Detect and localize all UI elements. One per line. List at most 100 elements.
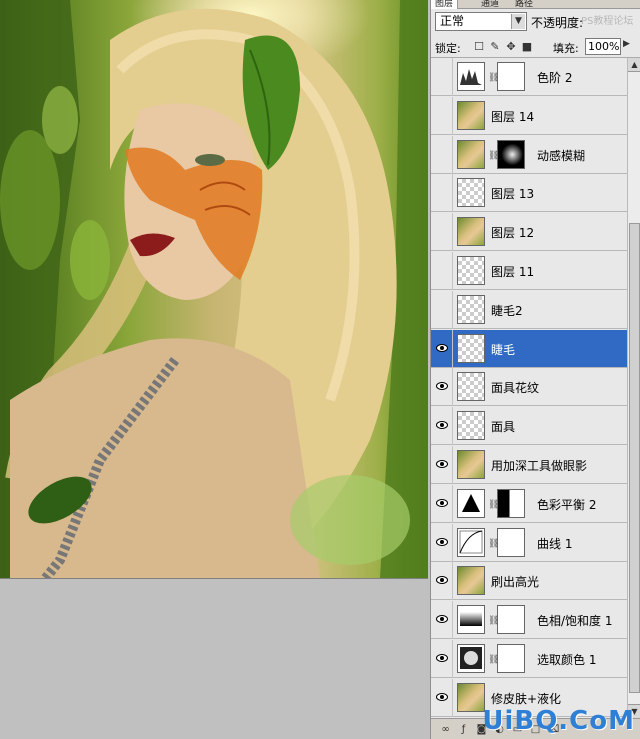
layer-mask-thumbnail[interactable] xyxy=(497,528,525,557)
visibility-toggle[interactable] xyxy=(431,679,453,717)
tab-paths[interactable]: 路径 xyxy=(511,0,537,9)
document-photo[interactable] xyxy=(0,0,428,579)
layer-thumbnail[interactable] xyxy=(457,644,485,673)
layer-thumbnail[interactable] xyxy=(457,489,485,518)
visibility-toggle[interactable] xyxy=(431,252,453,290)
layer-thumbnail[interactable] xyxy=(457,450,485,479)
layer-thumbnail[interactable] xyxy=(457,62,485,91)
visibility-toggle[interactable] xyxy=(431,97,453,135)
layer-thumbnail[interactable] xyxy=(457,372,485,401)
layer-mask-thumbnail[interactable] xyxy=(497,644,525,673)
layer-row[interactable]: 图层 11 xyxy=(431,252,627,290)
visibility-toggle[interactable] xyxy=(431,446,453,484)
layer-thumbnail[interactable] xyxy=(457,566,485,595)
layer-row[interactable]: 面具花纹 xyxy=(431,368,627,406)
lock-position-move-icon[interactable]: ✥ xyxy=(505,41,517,53)
photo-illustration xyxy=(0,0,428,578)
visibility-toggle[interactable] xyxy=(431,174,453,212)
layer-style-fx-icon[interactable]: ƒ xyxy=(457,723,470,736)
layer-name[interactable]: 刷出高光 xyxy=(491,573,539,590)
layer-row[interactable]: 图层 13 xyxy=(431,174,627,212)
mask-link-chain-icon[interactable]: ⛓ xyxy=(488,539,499,549)
adjust-hue-icon xyxy=(460,612,482,626)
blend-mode-select[interactable]: 正常 ▼ xyxy=(435,12,527,31)
visibility-toggle[interactable] xyxy=(431,485,453,523)
layer-name[interactable]: 曲线 1 xyxy=(537,535,572,552)
lock-image-brush-icon[interactable]: ✎ xyxy=(489,41,501,53)
lock-transparent-icon[interactable]: ☐ xyxy=(473,41,485,53)
scroll-up-arrow-icon[interactable]: ▲ xyxy=(628,58,640,72)
layer-thumbnail[interactable] xyxy=(457,295,485,324)
layer-name[interactable]: 色阶 2 xyxy=(537,69,572,86)
layer-thumbnail[interactable] xyxy=(457,140,485,169)
layer-name[interactable]: 选取颜色 1 xyxy=(537,651,596,668)
layer-name[interactable]: 用加深工具做眼影 xyxy=(491,457,587,474)
layer-name[interactable]: 图层 13 xyxy=(491,185,534,202)
layer-thumbnail[interactable] xyxy=(457,334,485,363)
visibility-toggle[interactable] xyxy=(431,601,453,639)
fill-input[interactable]: 100% xyxy=(585,38,621,55)
layer-thumbnail[interactable] xyxy=(457,178,485,207)
layer-thumbnail[interactable] xyxy=(457,605,485,634)
visibility-toggle[interactable] xyxy=(431,136,453,174)
layer-name[interactable]: 图层 14 xyxy=(491,108,534,125)
lock-all-padlock-icon[interactable]: ■ xyxy=(521,41,533,53)
layer-name[interactable]: 面具花纹 xyxy=(491,379,539,396)
visibility-toggle[interactable] xyxy=(431,640,453,678)
layer-name[interactable]: 面具 xyxy=(491,418,515,435)
layer-thumbnail[interactable] xyxy=(457,528,485,557)
layer-row[interactable]: ⛓ 色相/饱和度 1 xyxy=(431,601,627,639)
layer-row[interactable]: ⛓ 色阶 2 xyxy=(431,58,627,96)
canvas-background xyxy=(0,579,430,739)
chevron-down-icon[interactable]: ▼ xyxy=(511,14,525,29)
layer-mask-thumbnail[interactable] xyxy=(497,140,525,169)
tab-layers[interactable]: 图层 xyxy=(431,0,459,9)
layer-row[interactable]: ⛓ 选取颜色 1 xyxy=(431,640,627,678)
layer-name[interactable]: 动感模糊 xyxy=(537,147,585,164)
layer-list-scrollbar[interactable]: ▲ ▼ xyxy=(627,58,640,718)
layer-name[interactable]: 睫毛2 xyxy=(491,302,523,319)
visibility-toggle[interactable] xyxy=(431,213,453,251)
layer-thumbnail[interactable] xyxy=(457,411,485,440)
mask-link-chain-icon[interactable]: ⛓ xyxy=(488,500,499,510)
layer-row[interactable]: 用加深工具做眼影 xyxy=(431,446,627,484)
link-layers-icon[interactable]: ∞ xyxy=(439,723,452,736)
visibility-toggle[interactable] xyxy=(431,330,453,368)
layer-row[interactable]: 睫毛2 xyxy=(431,291,627,329)
tab-channels[interactable]: 通道 xyxy=(477,0,503,9)
scroll-thumb[interactable] xyxy=(629,223,640,693)
mask-link-chain-icon[interactable]: ⛓ xyxy=(488,655,499,665)
mask-link-chain-icon[interactable]: ⛓ xyxy=(488,73,499,83)
layer-thumbnail[interactable] xyxy=(457,683,485,712)
fill-dropdown-arrow-icon[interactable]: ▶ xyxy=(623,39,630,49)
layer-name[interactable]: 色彩平衡 2 xyxy=(537,496,596,513)
layer-row[interactable]: ⛓ 曲线 1 xyxy=(431,524,627,562)
visibility-toggle[interactable] xyxy=(431,524,453,562)
layer-row[interactable]: 刷出高光 xyxy=(431,562,627,600)
layer-mask-thumbnail[interactable] xyxy=(497,605,525,634)
layer-row[interactable]: 睫毛 xyxy=(431,330,627,368)
document-canvas-area[interactable] xyxy=(0,0,430,739)
layer-name[interactable]: 图层 11 xyxy=(491,263,534,280)
layer-row[interactable]: ⛓ 色彩平衡 2 xyxy=(431,485,627,523)
layer-name[interactable]: 修皮肤+液化 xyxy=(491,690,561,707)
visibility-toggle[interactable] xyxy=(431,407,453,445)
layer-thumbnail[interactable] xyxy=(457,256,485,285)
layer-row[interactable]: 面具 xyxy=(431,407,627,445)
mask-link-chain-icon[interactable]: ⛓ xyxy=(488,616,499,626)
mask-link-chain-icon[interactable]: ⛓ xyxy=(488,151,499,161)
layer-thumbnail[interactable] xyxy=(457,101,485,130)
layer-name[interactable]: 图层 12 xyxy=(491,224,534,241)
visibility-toggle[interactable] xyxy=(431,291,453,329)
layer-thumbnail[interactable] xyxy=(457,217,485,246)
layer-row[interactable]: ⛓ 动感模糊 xyxy=(431,136,627,174)
layer-row[interactable]: 图层 14 xyxy=(431,97,627,135)
layer-row[interactable]: 图层 12 xyxy=(431,213,627,251)
layer-mask-thumbnail[interactable] xyxy=(497,62,525,91)
visibility-toggle[interactable] xyxy=(431,562,453,600)
visibility-toggle[interactable] xyxy=(431,368,453,406)
layer-name[interactable]: 睫毛 xyxy=(491,341,515,358)
layer-mask-thumbnail[interactable] xyxy=(497,489,525,518)
visibility-toggle[interactable] xyxy=(431,58,453,96)
layer-name[interactable]: 色相/饱和度 1 xyxy=(537,612,613,629)
